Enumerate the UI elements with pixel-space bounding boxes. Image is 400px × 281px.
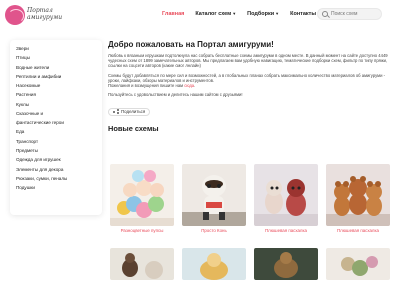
feedback-link[interactable]: сюда (184, 83, 194, 88)
scheme-image[interactable] (110, 248, 174, 280)
sidebar-item[interactable]: Водные жители (16, 63, 96, 72)
header: Портал амигуруми Главная Каталог схем▼ П… (0, 0, 400, 32)
sidebar-item[interactable]: Одежда для игрушек (16, 155, 96, 164)
scheme-image[interactable] (254, 164, 318, 226)
sidebar-item[interactable]: Транспорт (16, 137, 96, 146)
scheme-image[interactable] (326, 248, 390, 280)
category-sidebar: Звери Птицы Водные жители Рептилии и амфиби… (10, 40, 102, 215)
plans-text: Схемы будут добавляться по мере сил и во… (108, 72, 385, 83)
sidebar-item[interactable]: Рептилии и амфибии (16, 72, 96, 81)
sidebar-item[interactable]: Насекомые (16, 81, 96, 90)
page-title: Добро пожаловать на Портал амигуруми! (108, 40, 274, 49)
new-schemes-title: Новые схемы (108, 124, 159, 134)
scheme-card[interactable]: Просто Конь (182, 164, 246, 233)
share-icon (113, 109, 119, 115)
scheme-card[interactable] (254, 248, 318, 280)
nav-catalog[interactable]: Каталог схем▼ (195, 11, 236, 17)
main-nav: Главная Каталог схем▼ Подборки▼ Контакты (162, 11, 327, 17)
scheme-title[interactable]: Плюшевая пасхалка (326, 228, 390, 233)
sidebar-item[interactable]: Растения (16, 90, 96, 99)
nav-collections-label: Подборки (247, 11, 275, 17)
intro-paragraph: Любовь к вязаным игрушкам подтолкнула на… (108, 53, 388, 69)
scheme-title[interactable]: Плюшевая пасхалка (254, 228, 318, 233)
plans-paragraph: Схемы будут добавляться по мере сил и во… (108, 72, 385, 89)
logo-line-1: Портал (27, 7, 53, 14)
scheme-image[interactable] (182, 164, 246, 226)
search-box (317, 8, 382, 20)
chevron-down-icon: ▼ (232, 11, 237, 16)
logo[interactable]: Портал амигуруми (5, 3, 65, 27)
share-label: Поделиться (121, 109, 146, 115)
nav-home[interactable]: Главная (162, 11, 184, 17)
scheme-card[interactable]: Плюшевая пасхалка (326, 164, 390, 233)
sidebar-item[interactable]: Птицы (16, 53, 96, 62)
scheme-card[interactable]: Разноцветные пупсы (110, 164, 174, 233)
scheme-card[interactable] (326, 248, 390, 280)
scheme-image[interactable] (110, 164, 174, 226)
sidebar-item[interactable]: фантастические герои (16, 118, 96, 127)
scheme-card[interactable] (110, 248, 174, 280)
sidebar-item[interactable]: Звери (16, 44, 96, 53)
scheme-title[interactable]: Просто Конь (182, 228, 246, 233)
nav-contacts[interactable]: Контакты (290, 11, 316, 17)
chevron-down-icon: ▼ (275, 11, 280, 16)
feedback-text: Пожелания и возмущения пишите нам (108, 83, 184, 89)
scheme-image[interactable] (182, 248, 246, 280)
search-input[interactable] (331, 10, 379, 18)
sidebar-item[interactable]: Еда (16, 128, 96, 137)
sidebar-item[interactable]: Куклы (16, 100, 96, 109)
sidebar-item[interactable]: Подушки (16, 183, 96, 192)
sidebar-item[interactable]: Сказочные и (16, 109, 96, 118)
main-content: Добро пожаловать на Портал амигуруми! Лю… (108, 40, 390, 133)
nav-catalog-label: Каталог схем (195, 11, 232, 17)
share-invite-paragraph: Пользуйтесь с удовольствием и делитесь н… (108, 92, 243, 98)
sidebar-item[interactable]: Предметы (16, 146, 96, 155)
sidebar-item[interactable]: Элементы для декора (16, 165, 96, 174)
logo-line-2: амигуруми (27, 14, 63, 21)
search-icon[interactable] (322, 11, 328, 17)
scheme-image[interactable] (326, 164, 390, 226)
share-button[interactable]: Поделиться (108, 107, 151, 116)
logo-text: Портал амигуруми (27, 7, 67, 21)
yarn-ball-icon (5, 5, 25, 25)
sidebar-item[interactable]: Рюкзаки, сумки, пеналы (16, 174, 96, 183)
scheme-title[interactable]: Разноцветные пупсы (110, 228, 174, 233)
nav-collections[interactable]: Подборки▼ (247, 11, 279, 17)
scheme-card[interactable] (182, 248, 246, 280)
scheme-image[interactable] (254, 248, 318, 280)
scheme-card[interactable]: Плюшевая пасхалка (254, 164, 318, 233)
